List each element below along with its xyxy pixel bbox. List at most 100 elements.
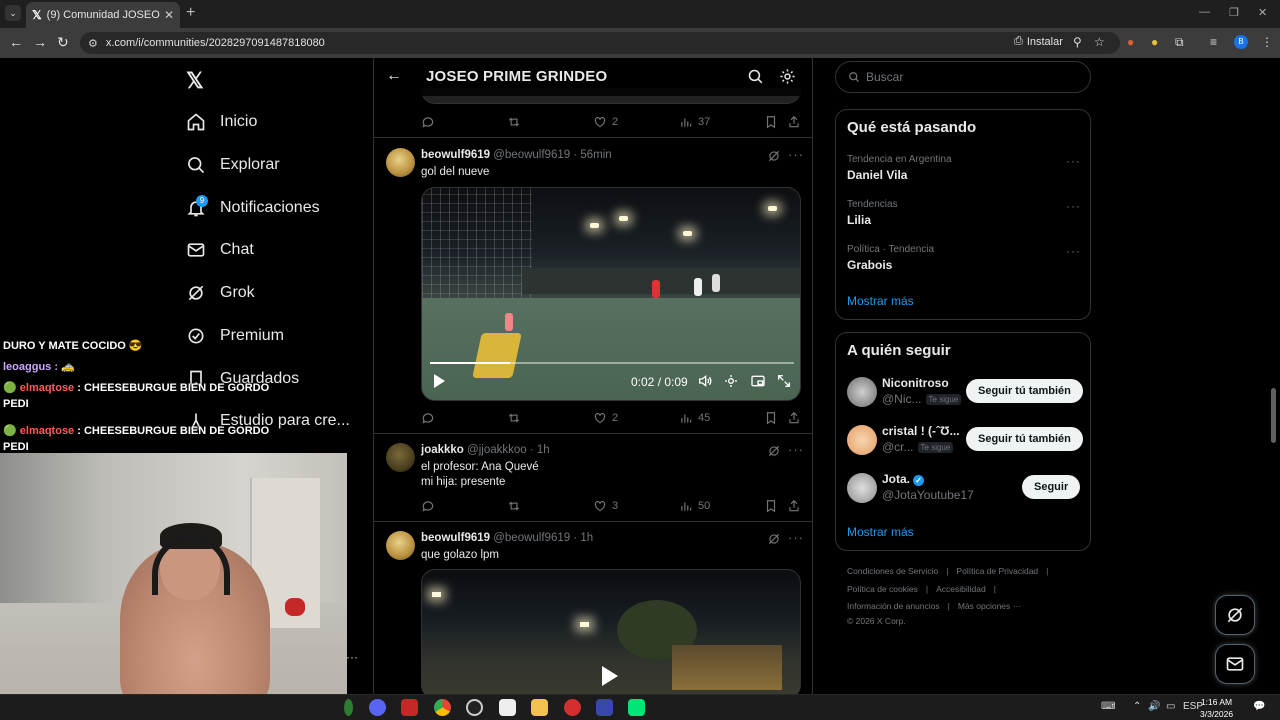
more-options-icon[interactable]: ··· bbox=[788, 147, 804, 162]
reading-list-icon[interactable]: ≡ bbox=[1210, 35, 1217, 49]
share-icon[interactable] bbox=[787, 115, 801, 129]
post-time[interactable]: · 1h bbox=[530, 444, 550, 456]
more-options-icon[interactable]: ··· bbox=[1066, 244, 1081, 258]
close-window-icon[interactable]: ✕ bbox=[1258, 6, 1267, 19]
more-icon[interactable]: ··· bbox=[346, 650, 358, 664]
extensions-puzzle-icon[interactable]: ⧉ bbox=[1175, 35, 1184, 50]
more-options-icon[interactable]: ··· bbox=[1066, 199, 1081, 213]
discord-icon[interactable] bbox=[369, 699, 386, 716]
profile-avatar[interactable]: B bbox=[1234, 35, 1248, 49]
share-icon[interactable] bbox=[787, 411, 801, 425]
author-name[interactable]: beowulf9619 bbox=[421, 532, 490, 544]
views-button[interactable]: 45 bbox=[679, 411, 710, 425]
capcut-icon[interactable] bbox=[499, 699, 516, 716]
show-more-link[interactable]: Mostrar más bbox=[847, 294, 914, 308]
bookmark-icon[interactable] bbox=[764, 115, 778, 129]
app-icon[interactable] bbox=[596, 699, 613, 716]
url-field[interactable]: ⚙ x.com/i/communities/202829709148781808… bbox=[80, 32, 1120, 54]
messages-float-button[interactable] bbox=[1215, 644, 1255, 684]
back-arrow-icon[interactable]: ← bbox=[386, 67, 402, 85]
more-options-icon[interactable]: ··· bbox=[788, 530, 804, 545]
repost-icon[interactable] bbox=[507, 115, 521, 129]
play-icon[interactable] bbox=[434, 374, 445, 388]
browser-tab[interactable]: 𝕏 (9) Comunidad JOSEO PRIME G ✕ bbox=[26, 2, 180, 28]
repost-icon[interactable] bbox=[507, 499, 521, 513]
obs-icon[interactable] bbox=[466, 699, 483, 716]
show-more-link[interactable]: Mostrar más bbox=[847, 525, 914, 539]
follow-suggestion[interactable]: Niconitroso @Nic... Te sigue Seguir tú ta… bbox=[847, 375, 1083, 409]
grok-icon[interactable] bbox=[767, 149, 781, 163]
nav-inicio[interactable]: Inicio bbox=[186, 112, 257, 132]
maximize-icon[interactable]: ❐ bbox=[1229, 6, 1239, 19]
footer-link[interactable]: Accesibilidad bbox=[936, 584, 986, 594]
author-name[interactable]: beowulf9619 bbox=[421, 149, 490, 161]
volume-icon[interactable]: 🔊 bbox=[1148, 701, 1160, 712]
grok-icon[interactable] bbox=[767, 444, 781, 458]
tray-chevron-icon[interactable]: ⌃ bbox=[1133, 701, 1141, 712]
search-icon[interactable] bbox=[747, 68, 764, 85]
video-player[interactable] bbox=[421, 569, 801, 694]
avatar[interactable] bbox=[847, 473, 877, 503]
author-name[interactable]: joakkko bbox=[421, 444, 464, 456]
bookmark-icon[interactable] bbox=[764, 499, 778, 513]
search-input[interactable] bbox=[866, 70, 1066, 84]
opera-icon[interactable] bbox=[564, 699, 581, 716]
like-button[interactable]: 3 bbox=[593, 499, 618, 513]
follow-back-button[interactable]: Seguir tú también bbox=[966, 379, 1083, 403]
author-handle[interactable]: @beowulf9619 bbox=[493, 532, 570, 544]
extension-icon[interactable]: ● bbox=[1127, 35, 1134, 49]
bookmark-star-icon[interactable]: ☆ bbox=[1094, 35, 1105, 49]
notifications-icon[interactable]: 💬 bbox=[1253, 701, 1265, 712]
post-time[interactable]: · 1h bbox=[573, 532, 593, 544]
views-button[interactable]: 37 bbox=[679, 115, 710, 129]
reply-icon[interactable] bbox=[421, 115, 435, 129]
x-home-logo[interactable]: 𝕏 bbox=[186, 68, 204, 94]
trend-item[interactable]: Tendencia en Argentina Daniel Vila ··· bbox=[847, 154, 1081, 182]
close-tab-icon[interactable]: ✕ bbox=[164, 8, 174, 22]
app-icon[interactable] bbox=[628, 699, 645, 716]
video-player[interactable]: 0:02 / 0:09 bbox=[421, 187, 801, 401]
avatar[interactable] bbox=[847, 425, 877, 455]
play-icon[interactable] bbox=[602, 666, 618, 686]
video-settings-icon[interactable] bbox=[723, 373, 739, 389]
menu-kebab-icon[interactable]: ⋮ bbox=[1261, 35, 1273, 49]
page-scrollbar[interactable] bbox=[1271, 388, 1276, 443]
footer-link[interactable]: Condiciones de Servicio bbox=[847, 566, 938, 576]
chrome-icon[interactable] bbox=[434, 699, 451, 716]
app-icon[interactable] bbox=[401, 699, 418, 716]
minimize-icon[interactable]: — bbox=[1199, 6, 1210, 18]
follow-button[interactable]: Seguir bbox=[1022, 475, 1081, 499]
avatar[interactable] bbox=[386, 531, 415, 560]
trend-item[interactable]: Tendencias Lilia ··· bbox=[847, 199, 1081, 227]
views-button[interactable]: 50 bbox=[679, 499, 710, 513]
like-button[interactable]: 2 bbox=[593, 411, 618, 425]
avatar[interactable] bbox=[847, 377, 877, 407]
fullscreen-icon[interactable] bbox=[776, 373, 792, 389]
forward-icon[interactable]: → bbox=[33, 34, 47, 50]
footer-link[interactable]: Más opciones ··· bbox=[958, 601, 1021, 611]
more-options-icon[interactable]: ··· bbox=[788, 442, 804, 457]
follow-suggestion[interactable]: Jota. ✓ @JotaYoutube17 Seguir bbox=[847, 471, 1081, 505]
author-handle[interactable]: @beowulf9619 bbox=[493, 149, 570, 161]
grok-icon[interactable] bbox=[767, 532, 781, 546]
settings-gear-icon[interactable] bbox=[779, 68, 796, 85]
share-icon[interactable] bbox=[787, 499, 801, 513]
file-explorer-icon[interactable] bbox=[531, 699, 548, 716]
like-button[interactable]: 2 bbox=[593, 115, 618, 129]
system-clock[interactable]: 1:16 AM 3/3/2026 bbox=[1200, 696, 1233, 720]
zoom-icon[interactable]: ⚲ bbox=[1073, 35, 1082, 49]
footer-link[interactable]: Política de Privacidad bbox=[956, 566, 1038, 576]
nav-explorar[interactable]: Explorar bbox=[186, 155, 280, 175]
network-icon[interactable]: ▭ bbox=[1166, 701, 1175, 712]
avatar[interactable] bbox=[386, 443, 415, 472]
footer-link[interactable]: Información de anuncios bbox=[847, 601, 940, 611]
new-tab-icon[interactable]: + bbox=[186, 4, 195, 22]
post-time[interactable]: · 56min bbox=[573, 149, 611, 161]
footer-link[interactable]: Política de cookies bbox=[847, 584, 918, 594]
bookmark-icon[interactable] bbox=[764, 411, 778, 425]
extension-icon[interactable]: ● bbox=[1151, 35, 1158, 49]
trend-item[interactable]: Política · Tendencia Grabois ··· bbox=[847, 244, 1081, 272]
picture-in-picture-icon[interactable] bbox=[750, 373, 766, 389]
reply-icon[interactable] bbox=[421, 499, 435, 513]
back-icon[interactable]: ← bbox=[9, 34, 23, 50]
